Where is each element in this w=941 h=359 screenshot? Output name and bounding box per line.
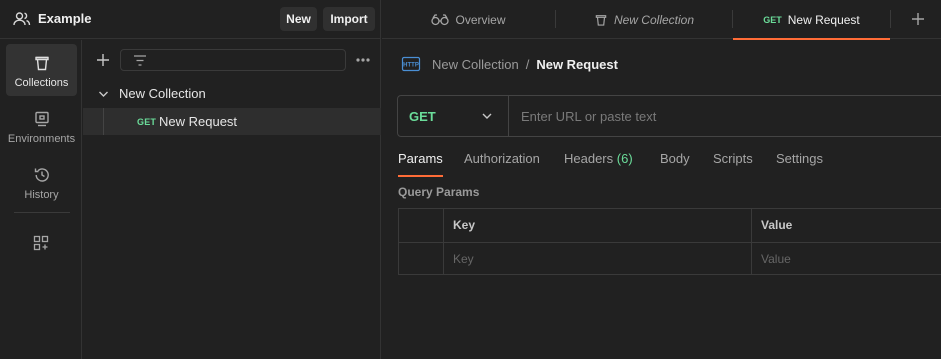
- left-pane: Example New Import Collections Environme…: [0, 0, 381, 359]
- chevron-down-icon[interactable]: [98, 89, 109, 99]
- sidebar-item-label: Collections: [14, 77, 69, 89]
- sidebar-item-label: History: [24, 189, 59, 201]
- more-options-icon[interactable]: [355, 57, 371, 63]
- environment-icon: [33, 110, 51, 128]
- method-label: GET: [409, 109, 436, 124]
- history-icon: [33, 166, 51, 184]
- filter-icon: [133, 54, 147, 67]
- tab-overview[interactable]: Overview: [382, 0, 555, 39]
- people-icon: [13, 11, 31, 27]
- filter-input[interactable]: [120, 49, 346, 71]
- new-button[interactable]: New: [280, 7, 317, 31]
- tree-guide-line: [103, 108, 104, 135]
- tab-method-badge: GET: [763, 14, 782, 25]
- sidebar-item-label: Environments: [7, 133, 76, 145]
- param-key-input[interactable]: [444, 243, 750, 275]
- query-params-table: Key Value: [398, 208, 941, 275]
- sidebar-item-history[interactable]: History: [6, 156, 77, 208]
- sidebar-item-environments[interactable]: Environments: [6, 100, 77, 152]
- trash-can-icon: [33, 54, 51, 72]
- request-item[interactable]: GET New Request: [83, 108, 381, 135]
- breadcrumb-parent[interactable]: New Collection: [432, 57, 519, 72]
- key-column-header: Key: [453, 218, 476, 232]
- svg-text:HTTP: HTTP: [403, 63, 419, 69]
- workspace-header: Example New Import: [0, 0, 381, 39]
- tab-authorization[interactable]: Authorization: [464, 151, 540, 177]
- url-input[interactable]: [510, 96, 941, 136]
- trash-can-icon: [594, 13, 608, 27]
- tab-new-collection[interactable]: New Collection: [556, 0, 732, 39]
- breadcrumb-separator: /: [525, 56, 530, 72]
- apps-add-icon[interactable]: [33, 235, 49, 251]
- tab-label: New Request: [787, 12, 860, 27]
- sidebar-item-collections[interactable]: Collections: [6, 44, 77, 96]
- tab-params[interactable]: Params: [398, 151, 443, 177]
- breadcrumb: HTTP New Collection / New Request: [401, 54, 618, 74]
- collection-item[interactable]: New Collection: [83, 83, 381, 105]
- value-column-header: Value: [761, 218, 793, 232]
- tab-label: New Collection: [613, 12, 695, 27]
- http-icon: HTTP: [401, 54, 421, 74]
- tab-scripts[interactable]: Scripts: [713, 151, 753, 177]
- new-tab-icon[interactable]: [911, 12, 925, 26]
- tab-bar: Overview New Collection GET New Request: [382, 0, 941, 40]
- sidebar-divider: [14, 212, 70, 213]
- workspace-name[interactable]: Example: [38, 11, 91, 26]
- headers-count-badge: (6): [616, 151, 633, 166]
- tab-body[interactable]: Body: [660, 151, 690, 177]
- collection-name: New Collection: [119, 86, 206, 101]
- tab-new-request[interactable]: GET New Request: [733, 0, 890, 40]
- param-value-input[interactable]: [752, 243, 941, 275]
- request-name: New Request: [159, 114, 238, 129]
- sidebar: Collections Environments History: [0, 40, 82, 359]
- breadcrumb-current[interactable]: New Request: [536, 57, 618, 72]
- method-select[interactable]: GET: [398, 96, 509, 136]
- chevron-down-icon: [482, 112, 492, 120]
- collection-tree: New Collection GET New Request: [83, 40, 381, 359]
- tab-divider: [890, 10, 891, 28]
- tab-label: Overview: [455, 12, 506, 27]
- add-icon[interactable]: [96, 53, 110, 67]
- tab-label: Headers: [564, 151, 614, 166]
- tab-headers[interactable]: Headers (6): [564, 151, 633, 177]
- request-method-badge: GET: [137, 117, 157, 127]
- tab-settings[interactable]: Settings: [776, 151, 823, 177]
- overview-icon: [431, 13, 450, 26]
- url-bar: GET: [397, 95, 941, 137]
- import-button[interactable]: Import: [323, 7, 375, 31]
- query-params-title: Query Params: [398, 185, 480, 199]
